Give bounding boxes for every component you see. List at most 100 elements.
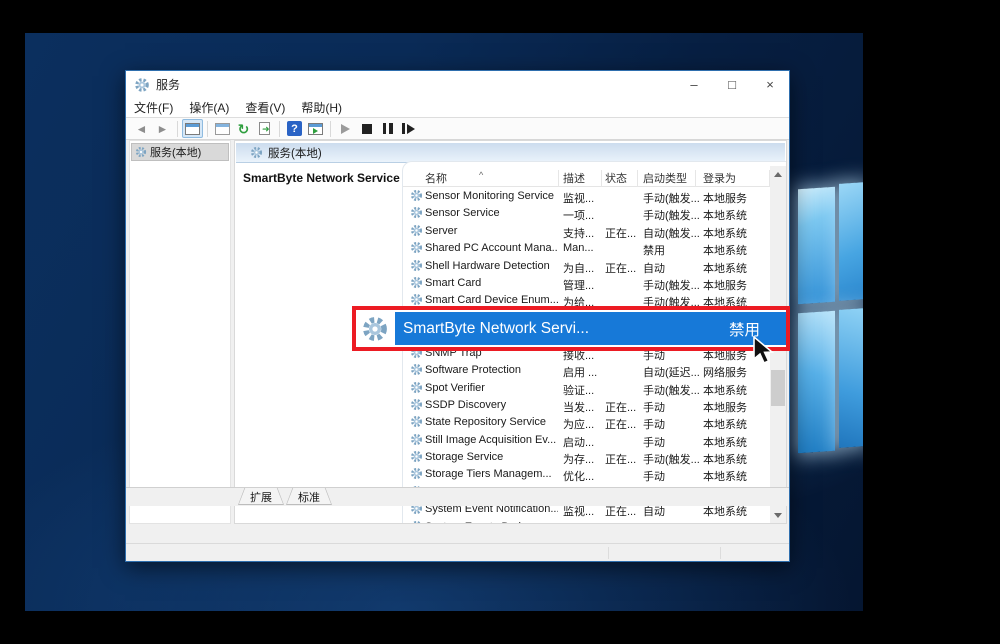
- status-bar: [126, 543, 789, 561]
- table-row[interactable]: Storage Tiers Managem... 优化... 手动 本地系统: [403, 466, 770, 483]
- service-description: 协调...: [563, 521, 603, 523]
- column-header-name[interactable]: 名称: [425, 170, 447, 186]
- service-description: 启用 ...: [563, 364, 603, 380]
- service-name: Sensor Monitoring Service: [425, 190, 558, 202]
- highlighted-service-callout[interactable]: SmartByte Network Servi... 禁用: [352, 306, 790, 351]
- service-description: 启动...: [563, 434, 603, 450]
- show-console-tree-button[interactable]: [182, 119, 203, 138]
- service-logon-as: 本地系统: [703, 225, 770, 241]
- table-row[interactable]: Still Image Acquisition Ev... 启动... 手动 本…: [403, 432, 770, 449]
- forward-button[interactable]: ►: [152, 119, 173, 138]
- service-status: 正在...: [605, 399, 641, 415]
- help-button[interactable]: ?: [284, 119, 305, 138]
- service-name: Sensor Service: [425, 207, 558, 219]
- scroll-up-button[interactable]: [770, 166, 786, 182]
- tab-extended[interactable]: 扩展: [238, 488, 284, 505]
- service-name: Still Image Acquisition Ev...: [425, 434, 558, 446]
- service-gear-icon: [361, 315, 389, 343]
- properties-button[interactable]: [212, 119, 233, 138]
- minimize-button[interactable]: –: [675, 71, 713, 98]
- header-separator: [558, 170, 559, 187]
- column-header-startup-type[interactable]: 启动类型: [643, 170, 687, 186]
- table-row[interactable]: Sensor Monitoring Service 监视... 手动(触发...…: [403, 188, 770, 205]
- service-name: Storage Tiers Managem...: [425, 468, 558, 480]
- table-row[interactable]: Smart Card 管理... 手动(触发... 本地服务: [403, 275, 770, 292]
- service-description: 支持...: [563, 225, 603, 241]
- title-bar[interactable]: 服务 – □ ×: [126, 71, 789, 98]
- show-action-pane-button[interactable]: [305, 119, 326, 138]
- service-gear-icon: [410, 467, 423, 480]
- table-row[interactable]: Shared PC Account Mana... Man... 禁用 本地系统: [403, 240, 770, 257]
- windows-logo-pane: [798, 311, 835, 454]
- service-name: SSDP Discovery: [425, 399, 558, 411]
- header-separator: [637, 170, 638, 187]
- service-gear-icon: [410, 415, 423, 428]
- export-list-icon: [259, 122, 270, 135]
- service-status: 正在...: [605, 451, 641, 467]
- tab-extended-label: 扩展: [250, 489, 272, 505]
- service-startup-type: 自动: [643, 260, 701, 276]
- windows-logo-pane: [798, 187, 835, 305]
- service-gear-icon: [410, 433, 423, 446]
- service-gear-icon: [410, 398, 423, 411]
- windows-logo-pane: [839, 182, 863, 301]
- close-button[interactable]: ×: [751, 71, 789, 98]
- service-logon-as: 本地系统: [703, 451, 770, 467]
- menu-action[interactable]: 操作(A): [181, 98, 237, 117]
- service-gear-icon: [410, 467, 423, 480]
- scroll-down-button[interactable]: [770, 507, 786, 523]
- service-gear-icon: [135, 146, 147, 158]
- menu-view[interactable]: 查看(V): [237, 98, 293, 117]
- pause-service-button[interactable]: [377, 119, 398, 138]
- service-description: 一项...: [563, 207, 603, 223]
- service-startup-type: 自动(延迟...: [643, 364, 701, 380]
- tab-standard-label: 标准: [298, 489, 320, 505]
- service-gear-icon: [410, 206, 423, 219]
- tab-standard[interactable]: 标准: [286, 488, 332, 505]
- restart-service-button[interactable]: [398, 119, 419, 138]
- table-row[interactable]: Storage Service 为存... 正在... 手动(触发... 本地系…: [403, 449, 770, 466]
- table-row[interactable]: System Events Broker 协调... 正在 自动(触发... 本…: [403, 519, 770, 523]
- column-header-status[interactable]: 状态: [605, 170, 627, 186]
- table-row[interactable]: Shell Hardware Detection 为自... 正在... 自动 …: [403, 258, 770, 275]
- export-list-button[interactable]: [254, 119, 275, 138]
- selected-service-row[interactable]: SmartByte Network Servi... 禁用: [395, 312, 786, 345]
- table-row[interactable]: Spot Verifier 验证... 手动(触发... 本地系统: [403, 380, 770, 397]
- refresh-button[interactable]: ↻: [233, 119, 254, 138]
- service-gear-icon: [410, 276, 423, 289]
- window-title: 服务: [156, 76, 180, 93]
- stop-service-button[interactable]: [356, 119, 377, 138]
- service-logon-as: 本地系统: [703, 434, 770, 450]
- menu-help[interactable]: 帮助(H): [293, 98, 350, 117]
- service-name: Smart Card Device Enum...: [425, 294, 558, 306]
- column-header-logon-as[interactable]: 登录为: [703, 170, 736, 186]
- forward-arrow-icon: ►: [157, 123, 169, 135]
- service-gear-icon: [410, 276, 423, 289]
- service-name: Software Protection: [425, 364, 558, 376]
- menu-file[interactable]: 文件(F): [126, 98, 181, 117]
- tree-item-services-local[interactable]: 服务(本地): [131, 143, 229, 161]
- table-row[interactable]: Sensor Service 一项... 手动(触发... 本地系统: [403, 205, 770, 222]
- status-separator: [608, 547, 609, 559]
- maximize-button[interactable]: □: [713, 71, 751, 98]
- table-row[interactable]: State Repository Service 为应... 正在... 手动 …: [403, 414, 770, 431]
- table-row[interactable]: SSDP Discovery 当发... 正在... 手动 本地服务: [403, 397, 770, 414]
- scrollbar-thumb[interactable]: [771, 370, 785, 406]
- column-header-description[interactable]: 描述: [563, 170, 585, 186]
- back-button[interactable]: ◄: [131, 119, 152, 138]
- service-gear-icon: [410, 259, 423, 272]
- service-rows: Sensor Monitoring Service 监视... 手动(触发...…: [403, 188, 770, 523]
- table-row[interactable]: Software Protection 启用 ... 自动(延迟... 网络服务: [403, 362, 770, 379]
- service-gear-icon: [410, 381, 423, 394]
- service-gear-icon: [410, 363, 423, 376]
- service-startup-type: 手动(触发...: [643, 277, 701, 293]
- service-logon-as: 本地系统: [703, 521, 770, 523]
- console-tree-icon: [185, 123, 200, 135]
- view-tabs-row: 扩展 标准: [126, 487, 789, 506]
- service-gear-icon: [410, 241, 423, 254]
- table-row[interactable]: Server 支持... 正在... 自动(触发... 本地系统: [403, 223, 770, 240]
- start-icon: [341, 124, 350, 134]
- service-gear-icon: [410, 241, 423, 254]
- sort-ascending-icon: ^: [479, 170, 483, 180]
- start-service-button[interactable]: [335, 119, 356, 138]
